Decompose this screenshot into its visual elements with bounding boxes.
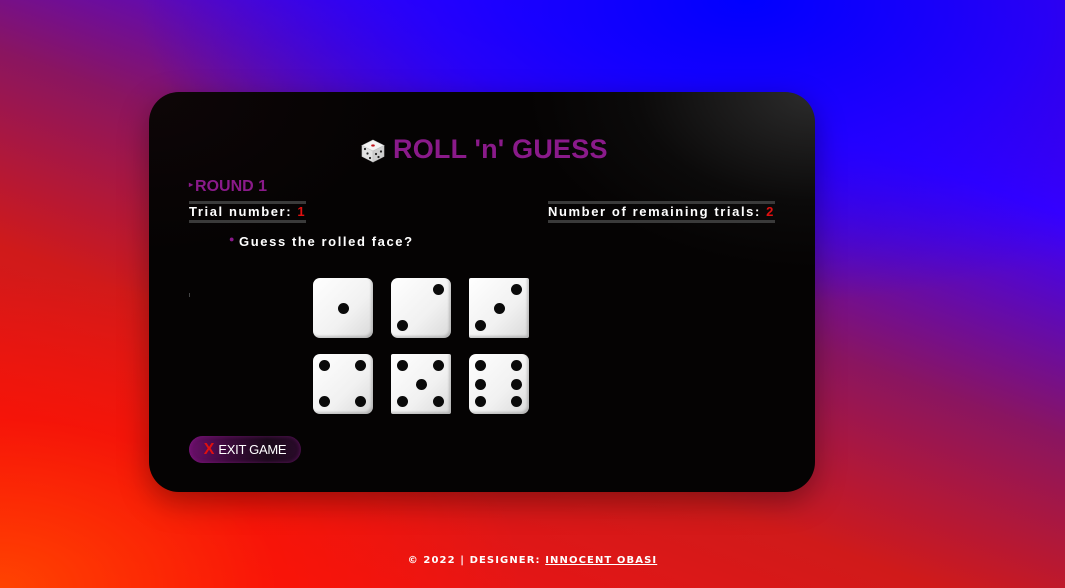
die-pip [355,396,366,407]
remaining-trials-value: 2 [766,204,775,219]
die-face-3[interactable] [469,278,529,338]
die-pip [397,320,408,331]
title-text: ROLL 'n' GUESS [393,134,608,164]
footer: © 2022 | DESIGNER: INNOCENT OBASI [0,555,1065,566]
die-pip [511,378,522,390]
footer-copyright: © 2022 | DESIGNER: [407,555,546,566]
die-face-6[interactable] [469,354,529,414]
die-pip [319,396,330,407]
die-pip [415,378,427,390]
trial-number: Trial number: 1 [189,201,307,223]
die-pip [397,396,408,407]
game-title: ROLL 'n' GUESS [361,134,608,165]
die-pip [433,396,444,407]
die-pip [433,360,444,371]
triangle-marker-icon: ▸ [189,179,194,189]
designer-link[interactable]: INNOCENT OBASI [545,555,657,566]
die-pip [475,378,486,390]
die-pip [475,320,486,331]
round-indicator: ▸ ROUND 1 [189,178,267,196]
die-face-1[interactable] [313,278,373,338]
trial-number-value: 1 [297,204,307,219]
exit-game-button[interactable]: X EXIT GAME [189,436,301,463]
guess-prompt: ● Guess the rolled face? [229,234,414,249]
die-pip [397,360,408,371]
round-label: ROUND 1 [195,178,268,195]
exit-game-label: EXIT GAME [218,442,287,457]
trial-number-label: Trial number: [189,204,298,219]
dice-icon [361,139,385,162]
die-pip [475,396,486,407]
die-pip [511,396,522,407]
die-pip [493,302,505,314]
die-pip [319,360,330,371]
die-face-5[interactable] [391,354,451,414]
game-card: ROLL 'n' GUESS ▸ ROUND 1 Trial number: 1… [149,92,815,492]
bullet-icon: ● [229,234,237,244]
die-pip [511,284,522,295]
remaining-trials: Number of remaining trials: 2 [547,201,775,223]
die-face-4[interactable] [313,354,373,414]
die-pip [355,360,366,371]
die-pip [475,360,486,371]
guess-prompt-text: Guess the rolled face? [239,234,414,249]
die-pip [433,284,444,295]
die-pip [337,302,349,314]
die-pip [511,360,522,371]
dice-choices [313,278,533,418]
die-face-2[interactable] [391,278,451,338]
result-indicator [189,293,190,297]
remaining-trials-label: Number of remaining trials: [547,204,767,219]
close-icon: X [203,440,215,458]
